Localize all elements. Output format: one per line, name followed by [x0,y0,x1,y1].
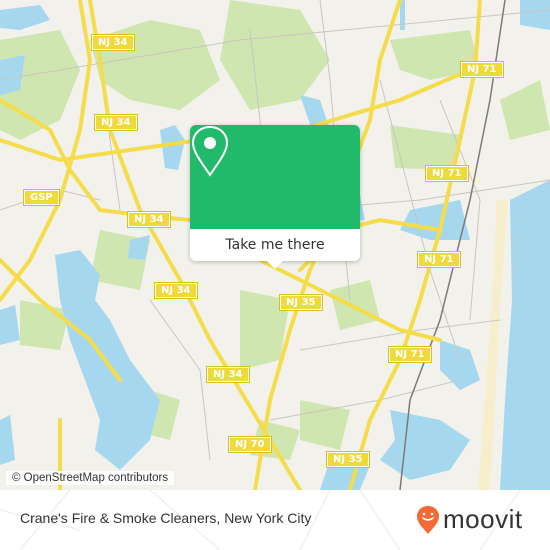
road-shield-nj71: NJ 71 [388,346,432,363]
moovit-logo[interactable]: moovit [416,504,523,535]
location-pin-icon [191,125,229,177]
road-shield-nj35: NJ 35 [279,294,323,311]
take-me-there-button[interactable]: Take me there [190,229,360,261]
road-shield-nj34: NJ 34 [94,114,138,131]
road-shield-nj70: NJ 70 [228,436,272,453]
road-shield-nj34: NJ 34 [91,34,135,51]
road-shield-nj71: NJ 71 [425,165,469,182]
road-shield-nj34: NJ 34 [206,366,250,383]
road-shield-nj34: NJ 34 [154,282,198,299]
moovit-wordmark: moovit [443,504,523,534]
road-shield-gsp: GSP [23,189,60,206]
road-shield-nj34: NJ 34 [127,211,171,228]
map-canvas[interactable]: NJ 34 NJ 34 GSP NJ 34 NJ 34 NJ 34 NJ 35 … [0,0,550,490]
popup-pointer [267,261,283,269]
road-shield-nj71: NJ 71 [460,61,504,78]
location-popup: Take me there [190,125,360,269]
place-title: Crane's Fire & Smoke Cleaners, New York … [20,510,312,526]
map-attribution[interactable]: © OpenStreetMap contributors [6,471,175,485]
road-shield-nj71: NJ 71 [417,251,461,268]
road-shield-nj35: NJ 35 [326,451,370,468]
popup-header [190,125,360,229]
moovit-pin-icon [417,505,439,534]
